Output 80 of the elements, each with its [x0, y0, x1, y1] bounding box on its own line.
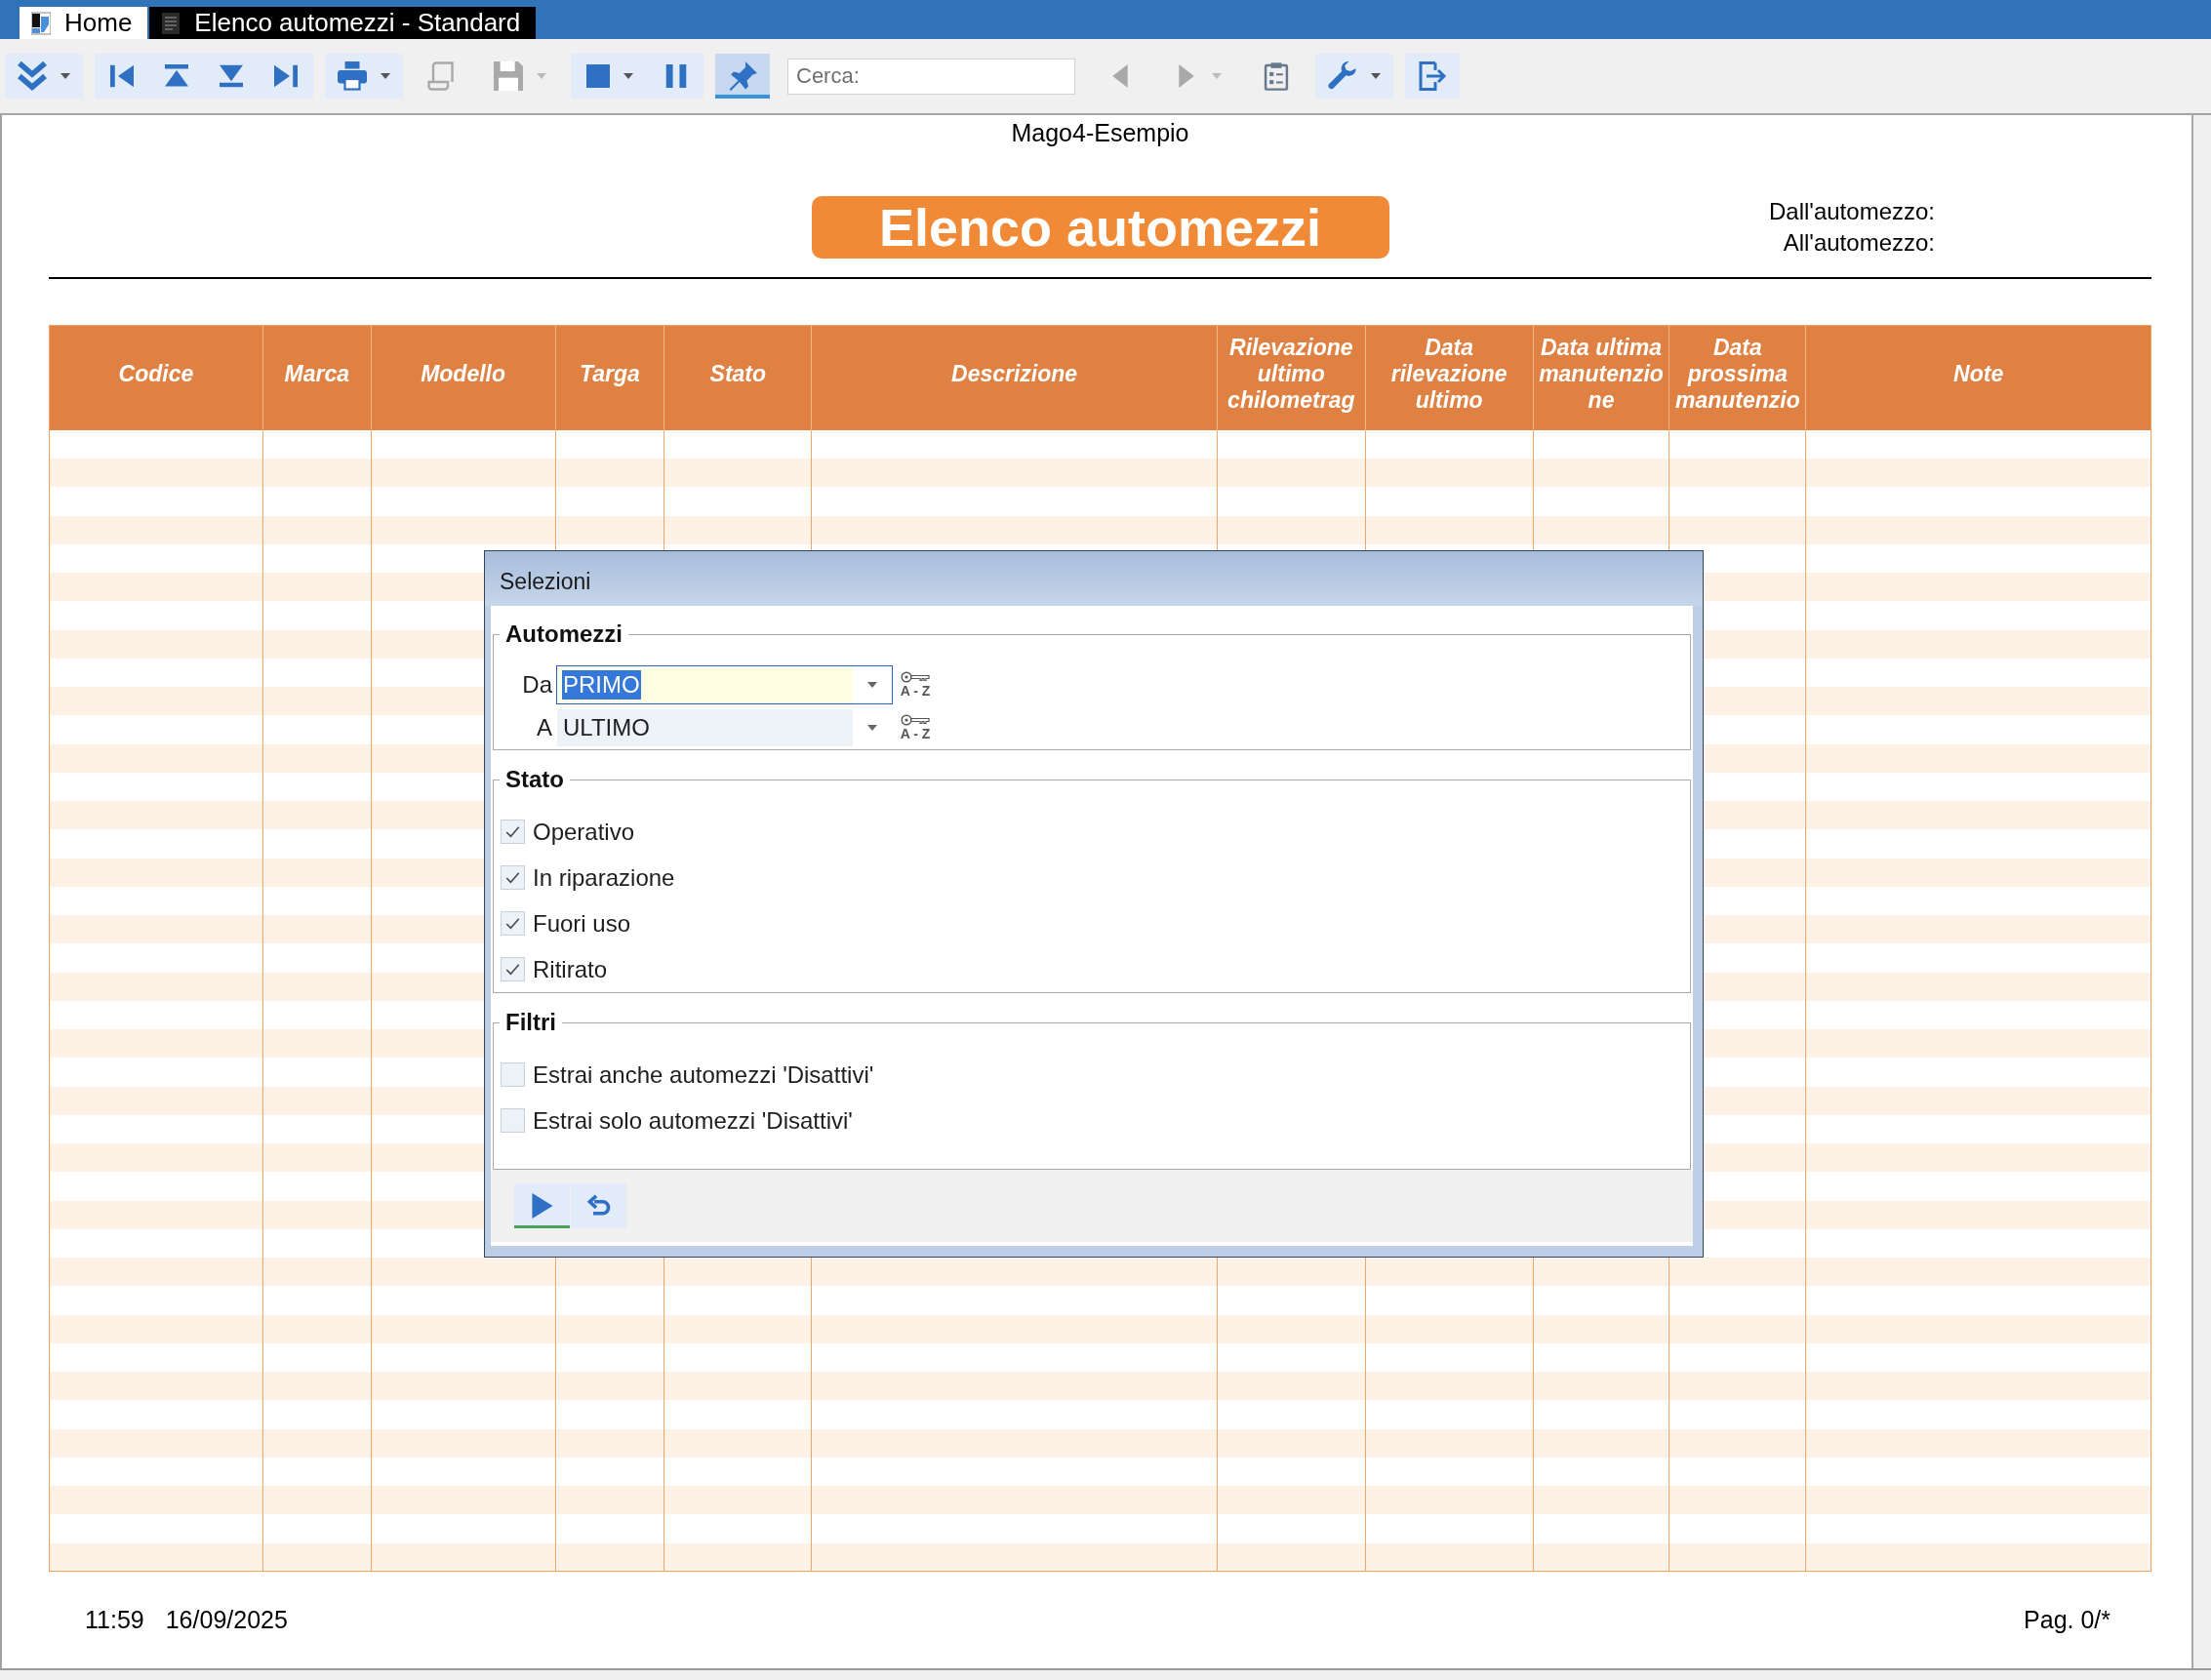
column-header: Descrizione	[812, 326, 1218, 430]
clipboard-icon	[1262, 61, 1291, 91]
toolbar-button[interactable]	[1405, 54, 1460, 99]
tab[interactable]: Home	[20, 7, 148, 39]
column-header: Stato	[664, 326, 813, 430]
column-header: Note	[1806, 326, 2151, 430]
exit-icon	[1418, 61, 1447, 91]
caret-icon	[1371, 73, 1381, 79]
toolbar-button[interactable]	[259, 54, 313, 99]
dialog-title: Selezioni	[485, 551, 1703, 606]
wrench-icon	[1328, 61, 1357, 91]
section-title: Filtri	[504, 1008, 557, 1037]
toolbar-button[interactable]	[571, 54, 649, 99]
toolbar-button[interactable]	[325, 54, 403, 99]
column-header: Modello	[371, 326, 556, 430]
skip-to-start-icon	[110, 64, 134, 88]
checkbox-label: Ritirato	[533, 955, 608, 983]
range-label: Dall'automezzo:	[1769, 197, 1935, 226]
search-field[interactable]: Cerca:	[787, 58, 1075, 95]
column-header: Targa	[555, 326, 665, 430]
column-header: Data prossima manutenzio	[1669, 326, 1807, 430]
pause-icon	[664, 64, 688, 88]
double-chevron-down-icon	[18, 61, 47, 91]
lookup-button[interactable]: A - Z	[895, 671, 936, 699]
key-icon	[901, 671, 930, 683]
caret-icon	[1212, 73, 1222, 79]
caret-icon	[537, 73, 546, 79]
printer-icon	[338, 61, 367, 91]
toolbar-button[interactable]	[5, 54, 83, 99]
section-title: Stato	[504, 765, 565, 794]
column-header: Data rilevazione ultimo	[1365, 326, 1534, 430]
lookup-button[interactable]: A - Z	[895, 714, 936, 741]
section-title: Automezzi	[504, 620, 623, 649]
undo-button[interactable]	[571, 1183, 626, 1228]
checkbox-label: Estrai solo automezzi 'Disattivi'	[533, 1106, 853, 1135]
field-label: A	[536, 714, 552, 741]
checkbox-label: Fuori uso	[533, 909, 631, 938]
caret-icon	[867, 682, 877, 688]
column-header: Marca	[262, 326, 372, 430]
checkbox-label: Operativo	[533, 818, 635, 846]
toolbar-button[interactable]	[715, 54, 770, 99]
company-name: Mago4-Esempio	[1010, 118, 1190, 147]
arrow-down-to-bar-icon	[220, 64, 243, 88]
checkbox[interactable]	[501, 911, 525, 936]
run-button[interactable]	[514, 1183, 570, 1228]
checkbox-label: In riparazione	[533, 863, 675, 892]
play-icon	[530, 1193, 554, 1219]
toolbar-button[interactable]	[95, 54, 149, 99]
page-number: Pag. 0/*	[2024, 1605, 2110, 1634]
key-icon	[901, 714, 930, 726]
caret-icon	[867, 725, 877, 731]
app-logo-icon	[31, 11, 51, 35]
print-time: 11:59	[85, 1605, 144, 1634]
column-header: Data ultima manutenzione	[1533, 326, 1670, 430]
column-header: Codice	[50, 326, 263, 430]
document-icon	[161, 11, 181, 35]
toolbar-button[interactable]	[649, 54, 704, 99]
checkbox-label: Estrai anche automezzi 'Disattivi'	[533, 1060, 874, 1089]
undo-arrow-icon	[586, 1193, 611, 1219]
arrow-up-to-bar-icon	[165, 64, 188, 88]
tab[interactable]: Elenco automezzi - Standard	[149, 7, 537, 39]
range-label: All'automezzo:	[1783, 228, 1935, 258]
checkbox[interactable]	[501, 1108, 525, 1133]
print-date: 16/09/2025	[165, 1605, 288, 1634]
pushpin-icon	[728, 61, 757, 91]
checkbox[interactable]	[501, 1062, 525, 1087]
caret-icon	[623, 73, 633, 79]
stop-icon	[586, 64, 610, 88]
column-header: Rilevazione ultimo chilometrag	[1217, 326, 1366, 430]
caret-icon	[60, 73, 70, 79]
checkbox[interactable]	[501, 865, 525, 890]
combo-field[interactable]: PRIMO	[556, 665, 893, 704]
scroll-icon	[427, 61, 457, 91]
checkbox[interactable]	[501, 820, 525, 844]
checkbox[interactable]	[501, 957, 525, 981]
caret-icon	[381, 73, 390, 79]
field-label: Da	[521, 671, 552, 699]
skip-to-end-icon	[274, 64, 298, 88]
report-title: Elenco automezzi	[811, 196, 1389, 259]
toolbar-button[interactable]	[1315, 54, 1393, 99]
